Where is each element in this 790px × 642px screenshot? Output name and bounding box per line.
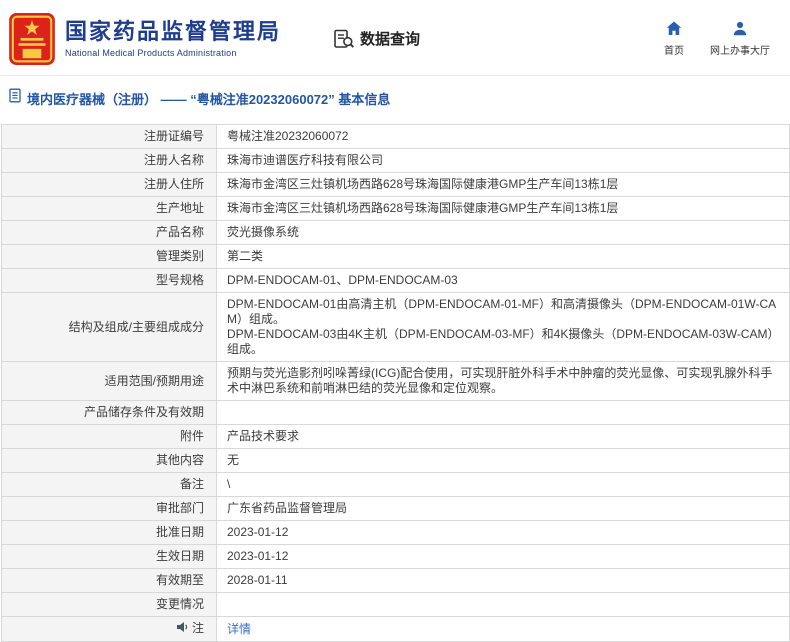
row-value: 2028-01-11 (216, 568, 790, 593)
row-label: 附件 (1, 424, 217, 449)
row-label: 注册人住所 (1, 172, 217, 197)
home-icon (666, 21, 682, 39)
nav-home-label: 首页 (664, 45, 684, 57)
row-label: 备注 (1, 472, 217, 497)
row-value (216, 592, 790, 617)
header-right-nav: 首页 网上办事大厅 (664, 21, 776, 57)
table-row: 管理类别 第二类 (1, 244, 790, 269)
row-label: 适用范围/预期用途 (1, 361, 217, 401)
row-label: 注册人名称 (1, 148, 217, 173)
row-label: 产品名称 (1, 220, 217, 245)
row-label: 型号规格 (1, 268, 217, 293)
table-row: 审批部门 广东省药品监督管理局 (1, 496, 790, 521)
row-value: DPM-ENDOCAM-01、DPM-ENDOCAM-03 (216, 268, 790, 293)
table-row: 注详情 (1, 616, 790, 642)
row-value: 珠海市金湾区三灶镇机场西路628号珠海国际健康港GMP生产车间13栋1层 (216, 196, 790, 221)
row-label: 其他内容 (1, 448, 217, 473)
row-value: DPM-ENDOCAM-01由高清主机（DPM-ENDOCAM-01-MF）和高… (216, 292, 790, 362)
row-value (216, 400, 790, 425)
row-label: 批准日期 (1, 520, 217, 545)
nav-online-hall[interactable]: 网上办事大厅 (710, 21, 770, 57)
table-row: 附件 产品技术要求 (1, 424, 790, 449)
row-label: 生效日期 (1, 544, 217, 569)
row-label: 产品储存条件及有效期 (1, 400, 217, 425)
table-row: 适用范围/预期用途 预期与荧光造影剂吲哚菁绿(ICG)配合使用，可实现肝脏外科手术… (1, 361, 790, 401)
table-row: 注册证编号 粤械注准20232060072 (1, 124, 790, 149)
table-row: 备注 \ (1, 472, 790, 497)
breadcrumb: 境内医疗器械（注册） —— “粤械注准20232060072” 基本信息 (0, 76, 790, 118)
detail-link[interactable]: 详情 (227, 622, 251, 636)
nav-online-hall-label: 网上办事大厅 (710, 45, 770, 57)
table-row: 生效日期 2023-01-12 (1, 544, 790, 569)
table-row: 结构及组成/主要组成成分 DPM-ENDOCAM-01由高清主机（DPM-ENDO… (1, 292, 790, 362)
table-row: 产品储存条件及有效期 (1, 400, 790, 425)
nav-data-query[interactable]: 数据查询 (333, 28, 420, 50)
row-label: 生产地址 (1, 196, 217, 221)
site-header: 国家药品监督管理局 National Medical Products Admi… (0, 0, 790, 76)
table-row: 产品名称 荧光摄像系统 (1, 220, 790, 245)
row-label: 管理类别 (1, 244, 217, 269)
row-value: 无 (216, 448, 790, 473)
row-label: 结构及组成/主要组成成分 (1, 292, 217, 362)
table-row: 生产地址 珠海市金湾区三灶镇机场西路628号珠海国际健康港GMP生产车间13栋1层 (1, 196, 790, 221)
row-value: 广东省药品监督管理局 (216, 496, 790, 521)
row-value: \ (216, 472, 790, 497)
row-value: 第二类 (216, 244, 790, 269)
site-subtitle: National Medical Products Administration (65, 47, 237, 58)
document-icon (8, 88, 22, 108)
row-value: 2023-01-12 (216, 520, 790, 545)
nav-data-query-label: 数据查询 (360, 31, 421, 48)
row-value: 荧光摄像系统 (216, 220, 790, 245)
nav-home[interactable]: 首页 (664, 21, 684, 57)
row-label: 审批部门 (1, 496, 217, 521)
note-icon (176, 621, 189, 637)
info-table-body: 注册证编号 粤械注准20232060072 注册人名称 珠海市迪谱医疗科技有限公司 注册… (1, 124, 790, 642)
table-row: 注册人住所 珠海市金湾区三灶镇机场西路628号珠海国际健康港GMP生产车间13栋1… (1, 172, 790, 197)
data-query-icon (333, 28, 355, 50)
row-value: 预期与荧光造影剂吲哚菁绿(ICG)配合使用，可实现肝脏外科手术中肿瘤的荧光显像、… (216, 361, 790, 401)
table-row: 变更情况 (1, 592, 790, 617)
national-emblem-icon (8, 12, 56, 66)
row-value: 珠海市迪谱医疗科技有限公司 (216, 148, 790, 173)
row-value: 2023-01-12 (216, 544, 790, 569)
table-row: 批准日期 2023-01-12 (1, 520, 790, 545)
site-title: 国家药品监督管理局 (65, 19, 282, 45)
row-value: 粤械注准20232060072 (216, 124, 790, 149)
table-row: 有效期至 2028-01-11 (1, 568, 790, 593)
row-value: 产品技术要求 (216, 424, 790, 449)
brand: 国家药品监督管理局 National Medical Products Admi… (8, 12, 281, 66)
table-row: 型号规格 DPM-ENDOCAM-01、DPM-ENDOCAM-03 (1, 268, 790, 293)
table-row: 其他内容无 (1, 448, 790, 473)
brand-text: 国家药品监督管理局 National Medical Products Admi… (65, 19, 281, 57)
row-label: 有效期至 (1, 568, 217, 593)
person-icon (732, 21, 748, 39)
row-value: 详情 (216, 616, 790, 642)
row-label: 变更情况 (1, 592, 217, 617)
row-label: 注册证编号 (1, 124, 217, 149)
table-row: 注册人名称 珠海市迪谱医疗科技有限公司 (1, 148, 790, 173)
registration-info-table: 注册证编号 粤械注准20232060072 注册人名称 珠海市迪谱医疗科技有限公司 注册… (1, 124, 790, 642)
row-value: 珠海市金湾区三灶镇机场西路628号珠海国际健康港GMP生产车间13栋1层 (216, 172, 790, 197)
row-label: 注 (1, 616, 217, 642)
page-title: 境内医疗器械（注册） —— “粤械注准20232060072” 基本信息 (27, 91, 391, 107)
